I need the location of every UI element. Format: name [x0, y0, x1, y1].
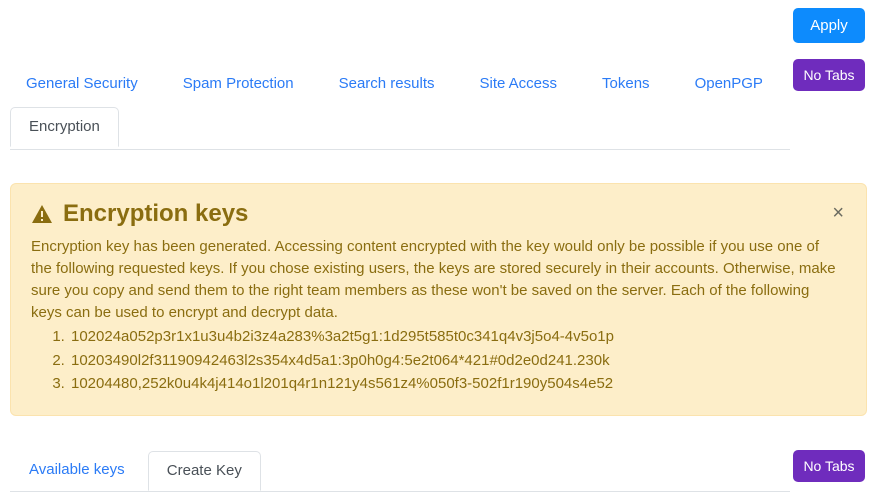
alert-body-text: Encryption key has been generated. Acces…	[31, 238, 836, 321]
alert-title: Encryption keys	[63, 200, 249, 227]
top-action-buttons: Apply No Tabs	[793, 8, 865, 91]
list-item: 10204480,252k0u4k4j414o1l201q4r1n121y4s5…	[69, 372, 846, 395]
encryption-key-list: 102024a052p3r1x1u3u4b2i3z4a283%3a2t5g1:1…	[31, 325, 846, 395]
nav-link-openpgp[interactable]: OpenPGP	[695, 75, 763, 92]
nav-link-spam-protection[interactable]: Spam Protection	[183, 75, 294, 92]
encryption-keys-alert: × Encryption keys Encryption key has bee…	[10, 183, 867, 417]
tab-encryption[interactable]: Encryption	[10, 107, 119, 147]
no-tabs-button-top[interactable]: No Tabs	[793, 59, 865, 91]
alert-heading: Encryption keys	[31, 200, 846, 227]
nav-link-tokens[interactable]: Tokens	[602, 75, 650, 92]
list-item: 10203490l2f31190942463l2s354x4d5a1:3p0h0…	[69, 349, 846, 372]
tab-create-key[interactable]: Create Key	[147, 451, 261, 491]
top-tab-strip: Encryption	[10, 106, 790, 150]
bottom-action-buttons: No Tabs	[793, 450, 865, 482]
bottom-tab-strip: Available keys Create Key	[10, 450, 790, 492]
nav-link-site-access[interactable]: Site Access	[479, 75, 557, 92]
nav-link-search-results[interactable]: Search results	[339, 75, 435, 92]
warning-triangle-icon	[31, 204, 53, 224]
apply-button[interactable]: Apply	[793, 8, 865, 43]
tab-available-keys[interactable]: Available keys	[10, 450, 144, 490]
close-icon[interactable]: ×	[828, 201, 848, 225]
no-tabs-button-bottom[interactable]: No Tabs	[793, 450, 865, 482]
list-item: 102024a052p3r1x1u3u4b2i3z4a283%3a2t5g1:1…	[69, 325, 846, 348]
primary-nav: General Security Spam Protection Search …	[26, 75, 763, 92]
nav-link-general-security[interactable]: General Security	[26, 75, 138, 92]
